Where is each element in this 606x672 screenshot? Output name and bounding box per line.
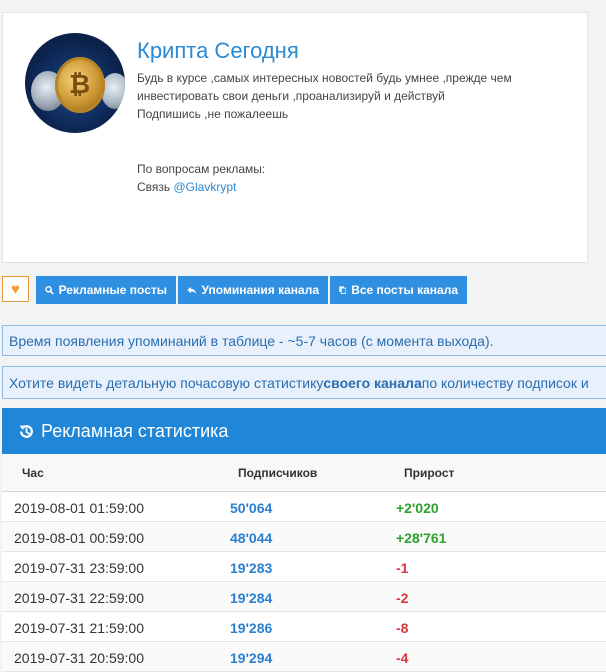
row-growth: +2'020 [396, 500, 439, 516]
notice-text: Время появления упоминаний в таблице - ~… [9, 332, 494, 349]
row-growth: -2 [396, 590, 409, 606]
ad-posts-label: Рекламные посты [58, 283, 167, 297]
notice-text-prefix: Хотите видеть детальную почасовую статис… [9, 374, 324, 391]
row-time: 2019-07-31 21:59:00 [14, 620, 144, 636]
row-growth: -4 [396, 650, 409, 666]
stats-table-body: 2019-08-01 01:59:00 50'064 +2'020 2019-0… [2, 492, 606, 672]
row-time: 2019-08-01 00:59:00 [14, 530, 144, 546]
copy-icon [339, 286, 347, 294]
reply-icon [187, 286, 197, 294]
row-subscribers: 19'284 [230, 590, 273, 606]
column-header-subscribers[interactable]: Подписчиков [238, 466, 317, 480]
description-line: инвестировать свои деньги ,проанализируй… [137, 89, 445, 103]
row-subscribers: 48'044 [230, 530, 273, 546]
history-icon [19, 424, 33, 438]
bitcoin-symbol-icon: ₿ [69, 70, 91, 100]
row-growth: -1 [396, 560, 409, 576]
hourly-stats-notice[interactable]: Хотите видеть детальную почасовую статис… [2, 366, 606, 399]
description-line: Подпишись ,не пожалеешь [137, 107, 289, 121]
table-row: 2019-08-01 00:59:00 48'044 +28'761 [2, 522, 606, 552]
coin-image [101, 73, 125, 109]
ad-posts-button[interactable]: Рекламные посты [36, 276, 176, 304]
stats-title: Рекламная статистика [41, 420, 229, 441]
table-row: 2019-07-31 22:59:00 19'284 -2 [2, 582, 606, 612]
table-row: 2019-07-31 21:59:00 19'286 -8 [2, 612, 606, 642]
notice-text-suffix: по количеству подписок и [421, 374, 589, 391]
channel-avatar[interactable]: ₿ [25, 33, 125, 133]
channel-title[interactable]: Крипта Сегодня [137, 38, 299, 64]
row-time: 2019-07-31 22:59:00 [14, 590, 144, 606]
search-icon [45, 286, 54, 295]
column-header-growth[interactable]: Прирост [404, 466, 454, 480]
table-row: 2019-07-31 23:59:00 19'283 -1 [2, 552, 606, 582]
row-subscribers: 50'064 [230, 500, 273, 516]
mentions-time-notice: Время появления упоминаний в таблице - ~… [2, 325, 606, 356]
mentions-button[interactable]: Упоминания канала [178, 276, 328, 304]
contact-link[interactable]: @Glavkrypt [174, 180, 237, 194]
column-header-hour[interactable]: Час [22, 466, 44, 480]
stats-table-header: Час Подписчиков Прирост [2, 454, 606, 492]
row-subscribers: 19'294 [230, 650, 273, 666]
row-subscribers: 19'286 [230, 620, 273, 636]
row-growth: +28'761 [396, 530, 447, 546]
all-posts-label: Все посты канала [351, 283, 458, 297]
row-time: 2019-07-31 20:59:00 [14, 650, 144, 666]
ads-contact: По вопросам рекламы: Связь @Glavkrypt [137, 160, 265, 196]
row-subscribers: 19'283 [230, 560, 273, 576]
favorite-button[interactable]: ♥ [2, 276, 29, 302]
ads-label: По вопросам рекламы: [137, 162, 266, 176]
heart-icon: ♥ [11, 280, 20, 298]
row-time: 2019-08-01 01:59:00 [14, 500, 144, 516]
contact-prefix: Связь [137, 180, 174, 194]
description-line: Будь в курсе ,самых интересных новостей … [137, 71, 512, 85]
mentions-label: Упоминания канала [201, 283, 319, 297]
all-posts-button[interactable]: Все посты канала [330, 276, 467, 304]
table-row: 2019-08-01 01:59:00 50'064 +2'020 [2, 492, 606, 522]
channel-card: ₿ Крипта Сегодня Будь в курсе ,самых инт… [2, 12, 588, 263]
table-row: 2019-07-31 20:59:00 19'294 -4 [2, 642, 606, 672]
notice-text-bold: своего канала [323, 374, 422, 391]
row-time: 2019-07-31 23:59:00 [14, 560, 144, 576]
channel-description: Будь в курсе ,самых интересных новостей … [137, 69, 577, 123]
stats-panel-header: Рекламная статистика [2, 408, 606, 454]
contact-line: Связь @Glavkrypt [137, 178, 265, 196]
row-growth: -8 [396, 620, 409, 636]
